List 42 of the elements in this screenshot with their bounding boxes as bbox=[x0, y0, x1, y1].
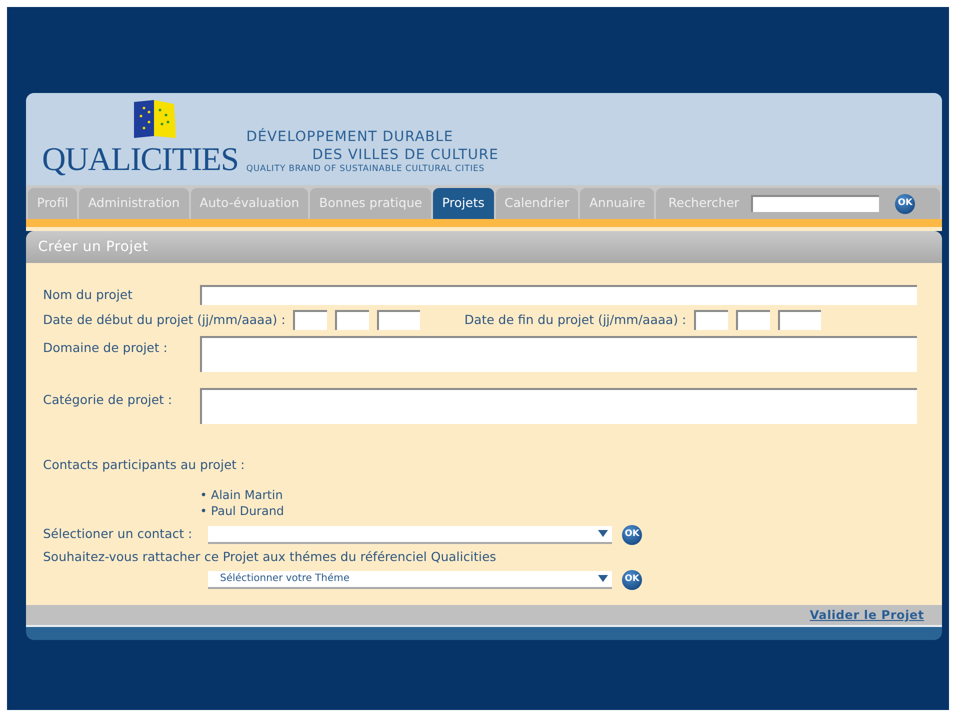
dropdown-arrow-icon bbox=[598, 530, 608, 538]
dropdown-field[interactable]: Séléctionner votre Théme bbox=[208, 570, 612, 588]
question-text: Souhaitez-vous rattacher ce Projet aux thémes du référenciel Qualicities bbox=[43, 548, 498, 566]
text-field[interactable] bbox=[200, 285, 917, 305]
brand-name: QUALICITIES bbox=[42, 144, 238, 177]
nav-tab[interactable]: Calendrier bbox=[496, 188, 578, 219]
nav-tab[interactable]: Profil bbox=[28, 188, 78, 219]
field-label: Date de début du projet (jj/mm/aaaa) : bbox=[43, 310, 286, 329]
field-label: Domaine de projet : bbox=[43, 339, 168, 357]
contact-name: • Alain Martin bbox=[200, 486, 284, 503]
nav-tab[interactable]: Administration bbox=[79, 188, 189, 219]
text-area[interactable] bbox=[200, 336, 917, 372]
date-field[interactable] bbox=[377, 310, 420, 330]
field-label: Catégorie de projet : bbox=[43, 391, 174, 409]
text-area[interactable] bbox=[200, 388, 917, 424]
date-field[interactable] bbox=[335, 310, 370, 330]
dropdown-field[interactable] bbox=[208, 526, 612, 544]
nav-tab[interactable]: Projets bbox=[433, 188, 494, 219]
nav-tab[interactable]: Bonnes pratique bbox=[310, 188, 432, 219]
page-title: Créer un Projet bbox=[38, 238, 148, 256]
search-field[interactable] bbox=[751, 195, 880, 212]
nav-tab[interactable]: Auto-évaluation bbox=[190, 188, 308, 219]
date-field[interactable] bbox=[736, 310, 770, 330]
tagline: QUALITY BRAND OF SUSTAINABLE CULTURAL CITIES bbox=[246, 164, 486, 175]
nav-tab[interactable]: Annuaire bbox=[580, 188, 654, 219]
date-field[interactable] bbox=[293, 310, 328, 330]
field-label: Nom du projet bbox=[43, 286, 134, 304]
ok-button[interactable]: OK bbox=[895, 194, 916, 214]
dropdown-arrow-icon bbox=[598, 575, 608, 582]
tagline: DES VILLES DE CULTURE bbox=[311, 146, 499, 164]
field-label: Sélectioner un contact : bbox=[43, 525, 194, 544]
section-label: Contacts participants au projet : bbox=[43, 456, 246, 474]
tagline: DÉVELOPPEMENT DURABLE bbox=[246, 129, 454, 147]
search-label: Rechercher bbox=[668, 194, 740, 212]
ok-button[interactable]: OK bbox=[622, 570, 642, 590]
date-field[interactable] bbox=[694, 310, 728, 330]
contact-name: • Paul Durand bbox=[200, 502, 286, 519]
date-field[interactable] bbox=[778, 310, 822, 330]
field-label: Date de fin du projet (jj/mm/aaaa) : bbox=[464, 310, 686, 329]
ok-button[interactable]: OK bbox=[622, 524, 642, 545]
validate-link[interactable]: Valider le Projet bbox=[810, 606, 924, 624]
flag-logo-icon bbox=[132, 100, 178, 140]
